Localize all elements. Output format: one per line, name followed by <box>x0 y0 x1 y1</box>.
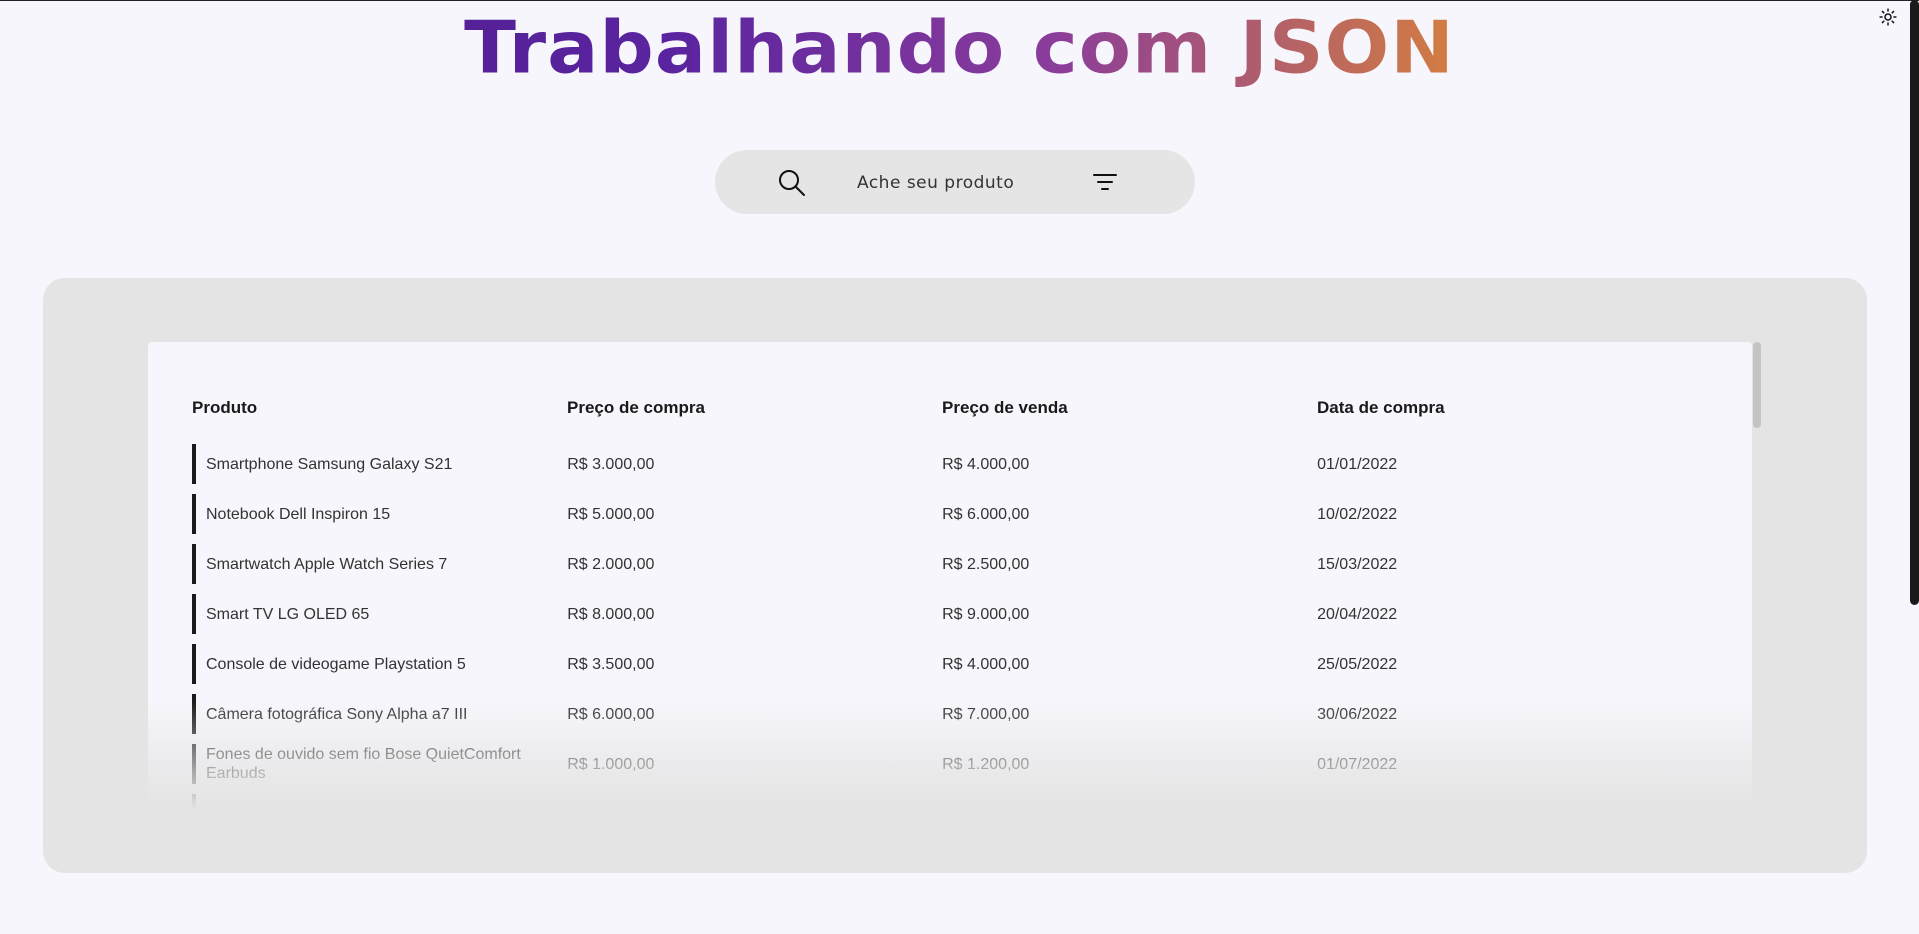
search-input[interactable] <box>855 166 1099 200</box>
page-scrollbar[interactable] <box>1910 0 1919 605</box>
column-header-preco-compra: Preço de compra <box>567 398 705 417</box>
cell-preco-compra: R$ 8.000,00 <box>567 605 655 623</box>
table-row[interactable]: Câmera fotográfica Sony Alpha a7 III R$ … <box>192 694 1692 734</box>
filter-icon[interactable] <box>1091 170 1119 194</box>
table-row[interactable]: Smartphone Samsung Galaxy S21 R$ 3.000,0… <box>192 444 1692 484</box>
row-indicator <box>192 494 196 534</box>
top-border <box>0 0 1919 1</box>
row-indicator <box>192 694 196 734</box>
table-row[interactable]: Console de videogame Playstation 5 R$ 3.… <box>192 644 1692 684</box>
row-indicator <box>192 644 196 684</box>
cell-preco-compra: R$ 3.000,00 <box>567 455 655 473</box>
row-indicator <box>192 594 196 634</box>
cell-preco-venda: R$ 7.000,00 <box>942 705 1030 723</box>
search-icon[interactable] <box>777 168 807 198</box>
cell-preco-compra: R$ 3.500,00 <box>567 655 655 673</box>
cell-preco-venda: R$ 4.000,00 <box>942 455 1030 473</box>
cell-preco-venda: R$ 6.000,00 <box>942 505 1030 523</box>
cell-produto: Smartwatch Apple Watch Series 7 <box>206 555 448 573</box>
cell-preco-venda: R$ 1.200,00 <box>942 755 1030 773</box>
cell-preco-venda: R$ 4.000,00 <box>942 655 1030 673</box>
cell-preco-venda: R$ 9.000,00 <box>942 605 1030 623</box>
table-body: Smartphone Samsung Galaxy S21 R$ 3.000,0… <box>192 444 1692 810</box>
column-header-preco-venda: Preço de venda <box>942 398 1068 417</box>
cell-preco-venda: R$ 2.500,00 <box>942 555 1030 573</box>
row-indicator <box>192 744 196 784</box>
row-indicator <box>192 544 196 584</box>
cell-produto: Smartphone Samsung Galaxy S21 <box>206 455 453 473</box>
cell-data-compra: 10/02/2022 <box>1317 505 1398 523</box>
column-header-produto: Produto <box>192 398 258 417</box>
cell-preco-compra: R$ 6.000,00 <box>567 705 655 723</box>
cell-produto: Notebook Dell Inspiron 15 <box>206 505 391 523</box>
table-header: Produto Preço de compra Preço de venda D… <box>192 398 1692 418</box>
cell-produto: Console de videogame Playstation 5 <box>206 655 466 673</box>
row-indicator <box>192 444 196 484</box>
cell-data-compra: 20/04/2022 <box>1317 605 1398 623</box>
cell-data-compra: 01/07/2022 <box>1317 755 1398 773</box>
cell-data-compra: 15/03/2022 <box>1317 555 1398 573</box>
table-row-partial[interactable] <box>192 794 1692 810</box>
table-row[interactable]: Smart TV LG OLED 65 R$ 8.000,00 R$ 9.000… <box>192 594 1692 634</box>
cell-data-compra: 25/05/2022 <box>1317 655 1398 673</box>
cell-produto: Câmera fotográfica Sony Alpha a7 III <box>206 705 468 723</box>
row-indicator <box>192 794 196 810</box>
search-bar[interactable] <box>715 150 1195 214</box>
cell-preco-compra: R$ 5.000,00 <box>567 505 655 523</box>
table-row[interactable]: Notebook Dell Inspiron 15 R$ 5.000,00 R$… <box>192 494 1692 534</box>
column-header-data-compra: Data de compra <box>1317 398 1445 417</box>
cell-data-compra: 01/01/2022 <box>1317 455 1398 473</box>
cell-preco-compra: R$ 2.000,00 <box>567 555 655 573</box>
table-row[interactable]: Fones de ouvido sem fio Bose QuietComfor… <box>192 744 1692 784</box>
cell-data-compra: 30/06/2022 <box>1317 705 1398 723</box>
cell-produto: Fones de ouvido sem fio Bose QuietComfor… <box>206 746 521 782</box>
cell-produto: Smart TV LG OLED 65 <box>206 605 370 623</box>
page-title: Trabalhando com JSON <box>0 8 1919 88</box>
table-row[interactable]: Smartwatch Apple Watch Series 7 R$ 2.000… <box>192 544 1692 584</box>
cell-preco-compra: R$ 1.000,00 <box>567 755 655 773</box>
table-scrollbar[interactable] <box>1753 342 1761 428</box>
products-table: Produto Preço de compra Preço de venda D… <box>148 342 1752 810</box>
